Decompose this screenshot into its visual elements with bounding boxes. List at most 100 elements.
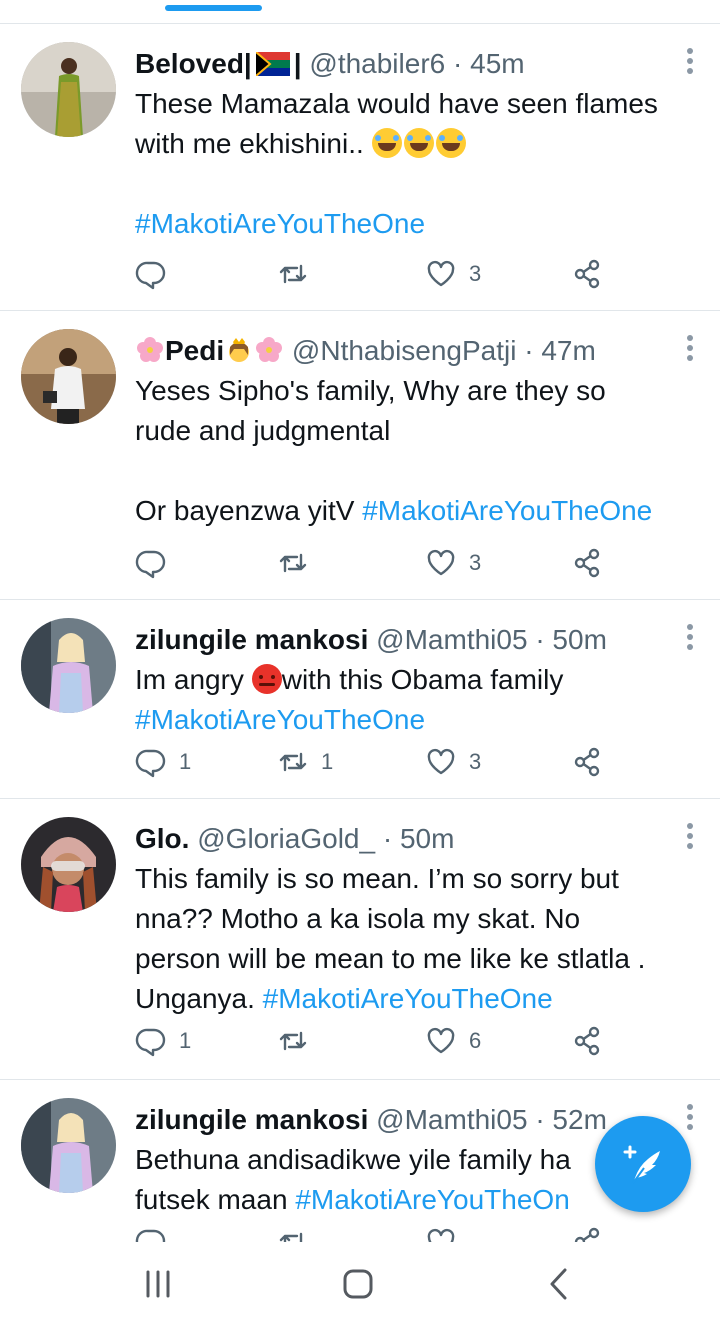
tweet[interactable]: Glo. @GloriaGold_ · 50m This family is s… (0, 799, 720, 1080)
top-tab-bar (0, 0, 720, 24)
tweet-text-line: futsek maan (135, 1184, 288, 1215)
author-handle[interactable]: @GloriaGold_ (197, 823, 375, 854)
reply-button[interactable]: 1 (135, 742, 191, 782)
reply-icon (135, 1028, 166, 1057)
like-button[interactable]: 3 (425, 742, 481, 782)
reply-button[interactable] (135, 543, 179, 583)
tweet-text-line: with this Obama family (281, 664, 564, 695)
home-button[interactable] (328, 1262, 388, 1306)
blossom-icon (137, 337, 163, 362)
back-icon (550, 1268, 567, 1300)
heart-icon (427, 1228, 455, 1242)
tweet-actions: 3 (135, 254, 615, 294)
back-button[interactable] (530, 1262, 590, 1306)
tweet-time: · 47m (524, 335, 596, 366)
tweet-actions (135, 1222, 615, 1242)
tweet-text-line: person will be mean to me like ke stlatl… (135, 943, 646, 974)
more-vertical-icon[interactable] (686, 48, 694, 74)
author-name[interactable]: zilungile mankosi (135, 624, 368, 655)
avatar[interactable] (21, 1098, 116, 1193)
hashtag-link[interactable]: #MakotiAreYouTheOne (135, 204, 700, 244)
retweet-count: 1 (321, 749, 334, 774)
tweet[interactable]: Pedi @NthabisengPatji · 47m Yeses Sipho'… (0, 311, 720, 600)
avatar[interactable] (21, 817, 116, 912)
tweet-text-line: Yeses Sipho's family, Why are they so (135, 375, 606, 406)
tweet-actions: 3 (135, 543, 615, 583)
retweet-button[interactable] (277, 1021, 321, 1061)
hashtag-link[interactable]: #MakotiAreYouTheOne (362, 495, 652, 526)
like-count: 3 (469, 749, 482, 774)
tweet-text-line: This family is so mean. I’m so sorry but (135, 863, 619, 894)
share-button[interactable] (571, 254, 603, 294)
author-name[interactable]: zilungile mankosi (135, 1104, 368, 1135)
princess-icon (229, 338, 250, 362)
retweet-button[interactable] (277, 543, 321, 583)
retweet-button[interactable] (277, 1222, 321, 1242)
more-vertical-icon[interactable] (686, 1104, 694, 1130)
tweet-time: · 52m (535, 1104, 607, 1135)
tweet-text-line: Or bayenzwa yitV (135, 495, 355, 526)
heart-icon (427, 549, 455, 576)
hashtag-link[interactable]: #MakotiAreYouTheOne (135, 700, 700, 740)
share-button[interactable] (571, 742, 603, 782)
author-handle[interactable]: @NthabisengPatji (292, 335, 517, 366)
tweet[interactable]: zilungile mankosi @Mamthi05 · 50m Im ang… (0, 600, 720, 799)
tweet[interactable]: Beloved| | @thabiler6 · 45m These Mamazal… (0, 24, 720, 311)
active-tab-indicator (165, 5, 262, 11)
system-navigation-bar (0, 1242, 720, 1326)
reply-button[interactable] (135, 254, 179, 294)
like-count: 6 (469, 1028, 482, 1053)
tweet-time: · 50m (535, 624, 607, 655)
share-icon (574, 259, 600, 289)
share-button[interactable] (571, 543, 603, 583)
share-icon (574, 548, 600, 578)
share-button[interactable] (571, 1021, 603, 1061)
tweet-text-line: Unganya. (135, 983, 255, 1014)
retweet-icon (279, 752, 307, 772)
hashtag-link[interactable]: #MakotiAreYouTheOne (263, 983, 553, 1014)
author-handle[interactable]: @Mamthi05 (376, 1104, 527, 1135)
tweet-time: · 50m (382, 823, 455, 854)
more-vertical-icon[interactable] (686, 624, 694, 650)
reply-count: 1 (179, 1028, 192, 1053)
tweet-actions: 1 6 (135, 1021, 615, 1061)
recent-apps-button[interactable] (128, 1262, 188, 1306)
retweet-icon (279, 264, 307, 284)
like-button[interactable]: 3 (425, 254, 481, 294)
laughing-emoji-icon (371, 128, 468, 159)
like-button[interactable]: 3 (425, 543, 481, 583)
author-handle[interactable]: @Mamthi05 (376, 624, 527, 655)
reply-count: 1 (179, 749, 192, 774)
more-vertical-icon[interactable] (686, 335, 694, 361)
avatar[interactable] (21, 329, 116, 424)
avatar[interactable] (21, 42, 116, 137)
compose-tweet-button[interactable] (595, 1116, 691, 1212)
like-button[interactable]: 6 (425, 1021, 481, 1061)
angry-emoji-icon (251, 664, 282, 695)
retweet-icon (279, 553, 307, 573)
more-vertical-icon[interactable] (686, 823, 694, 849)
name-separator: | (293, 48, 302, 79)
tweet-feed[interactable]: Beloved| | @thabiler6 · 45m These Mamazal… (0, 24, 720, 1242)
author-handle[interactable]: @thabiler6 (309, 48, 445, 79)
reply-icon (135, 550, 166, 579)
tweet-time: · 45m (453, 48, 525, 79)
tweet-text-line: These Mamazala would have seen flames (135, 88, 658, 119)
heart-icon (427, 260, 455, 287)
author-name[interactable]: Pedi (165, 335, 224, 366)
share-button[interactable] (571, 1222, 603, 1242)
reply-button[interactable]: 1 (135, 1021, 191, 1061)
avatar[interactable] (21, 618, 116, 713)
share-icon (574, 747, 600, 777)
author-name[interactable]: Glo. (135, 823, 189, 854)
author-name[interactable]: Beloved| (135, 48, 252, 79)
like-count: 3 (469, 261, 482, 286)
retweet-button[interactable]: 1 (277, 742, 333, 782)
recent-apps-icon (146, 1270, 170, 1298)
retweet-button[interactable] (277, 254, 321, 294)
hashtag-link[interactable]: #MakotiAreYouTheOn (295, 1184, 569, 1215)
like-button[interactable] (425, 1222, 469, 1242)
reply-button[interactable] (135, 1222, 179, 1242)
retweet-icon (279, 1031, 307, 1051)
like-count: 3 (469, 550, 482, 575)
